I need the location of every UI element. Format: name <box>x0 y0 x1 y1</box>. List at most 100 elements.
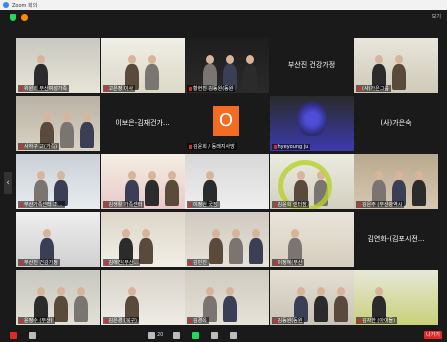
participant-head <box>415 171 423 180</box>
participant-tile[interactable]: 김자한 (아이들) <box>354 270 438 325</box>
muted-microphone-icon <box>20 86 23 91</box>
participants-count: 20 <box>157 332 164 338</box>
participant-head <box>226 55 234 64</box>
participant-name-display: 부산진 건강가정 <box>287 61 336 69</box>
participant-head <box>206 287 214 296</box>
participant-figure <box>80 122 94 148</box>
participant-head <box>226 287 234 296</box>
participant-tile[interactable]: 사하구 교(가족) <box>16 96 100 151</box>
participant-tile[interactable]: (사)가은숙 <box>354 96 438 151</box>
participant-tile[interactable]: (사)가은그룹 <box>354 38 438 93</box>
participant-tile[interactable]: 김은경 (북구) <box>100 270 185 325</box>
muted-microphone-icon <box>189 318 192 323</box>
participant-tile[interactable]: 김애진(부산... <box>100 212 185 267</box>
participant-name-label: 김경옥 <box>187 317 209 324</box>
chat-icon <box>173 331 181 339</box>
previous-page-arrow[interactable]: ‹ <box>4 172 12 194</box>
muted-microphone-icon <box>358 202 361 207</box>
participant-head <box>375 55 383 64</box>
leave-meeting-button[interactable]: 나가기 <box>424 331 442 339</box>
zoom-logo-icon <box>3 2 9 8</box>
participant-name-text: 김애진(부산... <box>108 260 139 266</box>
share-screen-button[interactable] <box>192 331 201 339</box>
meeting-info-icon[interactable] <box>21 13 28 21</box>
participant-name-label: 김민진 <box>187 259 209 266</box>
participant-name-text: (사)가은그룹 <box>362 86 389 92</box>
participant-name-text: 김동원(동원 <box>277 318 303 324</box>
participant-tile[interactable]: hyeyoung ju <box>269 96 354 151</box>
meeting-top-bar: 보기 <box>0 10 447 24</box>
participant-name-text: 부산진 건강가정 <box>24 260 58 266</box>
participant-head <box>290 229 299 238</box>
participant-name-text: 김자한 (아이들) <box>362 318 396 324</box>
participant-name-text: 부산가족센터 조... <box>24 202 63 208</box>
participant-name-label: 김동원(동원 <box>271 317 305 324</box>
muted-microphone-icon <box>358 318 361 323</box>
participant-tile[interactable]: 부산진 건강가정 <box>269 38 354 93</box>
participant-name-label: 고은정 이사 <box>102 85 136 92</box>
participant-name-label: 김애진(부산... <box>102 259 141 266</box>
share-screen-icon <box>192 331 200 339</box>
record-button[interactable] <box>211 331 220 339</box>
participant-head <box>141 229 150 238</box>
reactions-button[interactable] <box>230 331 239 339</box>
stop-video-button[interactable] <box>29 331 38 339</box>
participant-name-text: hyeyoung ju <box>277 144 309 150</box>
muted-microphone-icon <box>189 144 192 149</box>
participant-head <box>246 55 254 64</box>
participant-head <box>206 55 214 64</box>
muted-microphone-icon <box>104 86 108 91</box>
participant-head <box>212 229 220 238</box>
participant-tile[interactable]: 이정원 국장 <box>185 154 269 209</box>
security-shield-icon[interactable] <box>10 13 16 21</box>
participant-tile[interactable]: 김은주 (부산광역시 <box>354 154 438 209</box>
participant-name-label: 김은주 (부산광역시 <box>356 201 405 208</box>
participant-tile[interactable]: 황현진 김동원(동원 <box>185 38 269 93</box>
participant-tile[interactable]: 김윤희 센터장 <box>269 154 354 209</box>
participant-name-label: 위원회 부산여성가족 <box>18 85 69 92</box>
participant-head <box>127 171 136 180</box>
participant-tile[interactable]: 이보은-김재건가... <box>100 96 185 151</box>
participant-tile[interactable]: 김경옥 <box>185 270 269 325</box>
participant-name-text: 김경옥 <box>193 318 207 324</box>
participant-name-text: 이정혜(부산 <box>277 260 303 266</box>
participant-tile[interactable]: 부산진 건강가정 <box>16 212 100 267</box>
muted-microphone-icon <box>104 202 108 207</box>
participant-head <box>336 287 345 296</box>
participant-tile[interactable]: O 김윤희 / 동래지사방 <box>185 96 269 151</box>
muted-microphone-icon <box>20 202 23 207</box>
participant-tile[interactable]: 윤정수 (부산) <box>16 270 100 325</box>
participant-figure <box>144 180 159 206</box>
avatar: O <box>213 106 239 136</box>
participant-tile[interactable]: 김민진 <box>185 212 269 267</box>
mute-button[interactable] <box>10 331 19 339</box>
participant-name-label: 이정혜(부산 <box>271 259 305 266</box>
participant-name-text: 황현진 김동원(동원 <box>193 86 234 92</box>
participant-tile[interactable]: 고은정 이사 <box>100 38 185 93</box>
participant-tile[interactable]: 김생활 가족센터 <box>100 154 185 209</box>
participant-tile[interactable]: 이정혜(부산 <box>269 212 354 267</box>
participant-figure <box>249 238 263 264</box>
microphone-icon <box>10 331 17 339</box>
muted-microphone-icon <box>273 260 277 265</box>
participant-name-display: 이보은-김재건가... <box>115 119 170 127</box>
participant-head <box>296 287 305 296</box>
participant-name-text: 김은주 (부산광역시 <box>362 202 403 208</box>
participant-tile[interactable]: 김동원(동원 <box>269 270 354 325</box>
participant-head <box>127 287 136 296</box>
participant-name-label: 사하구 교(가족) <box>18 143 60 150</box>
participant-name-text: 김민진 <box>193 260 207 266</box>
participant-tile[interactable]: 위원회 부산여성가족 <box>16 38 100 93</box>
participant-head <box>252 229 260 238</box>
view-button[interactable]: 보기 <box>432 13 441 20</box>
participants-button[interactable]: 20 <box>148 331 164 339</box>
participant-head <box>57 287 65 296</box>
participant-name-text: 위원회 부산여성가족 <box>24 86 67 92</box>
participant-head <box>63 113 71 122</box>
chat-button[interactable] <box>173 331 182 339</box>
participant-name-text: 김윤희 / 동래지사방 <box>193 144 235 150</box>
participant-head <box>375 287 383 296</box>
participant-tile[interactable]: 김연화-(김포시전... <box>354 212 438 267</box>
participant-name-label: 김자한 (아이들) <box>356 317 398 324</box>
participant-tile[interactable]: 부산가족센터 조... <box>16 154 100 209</box>
